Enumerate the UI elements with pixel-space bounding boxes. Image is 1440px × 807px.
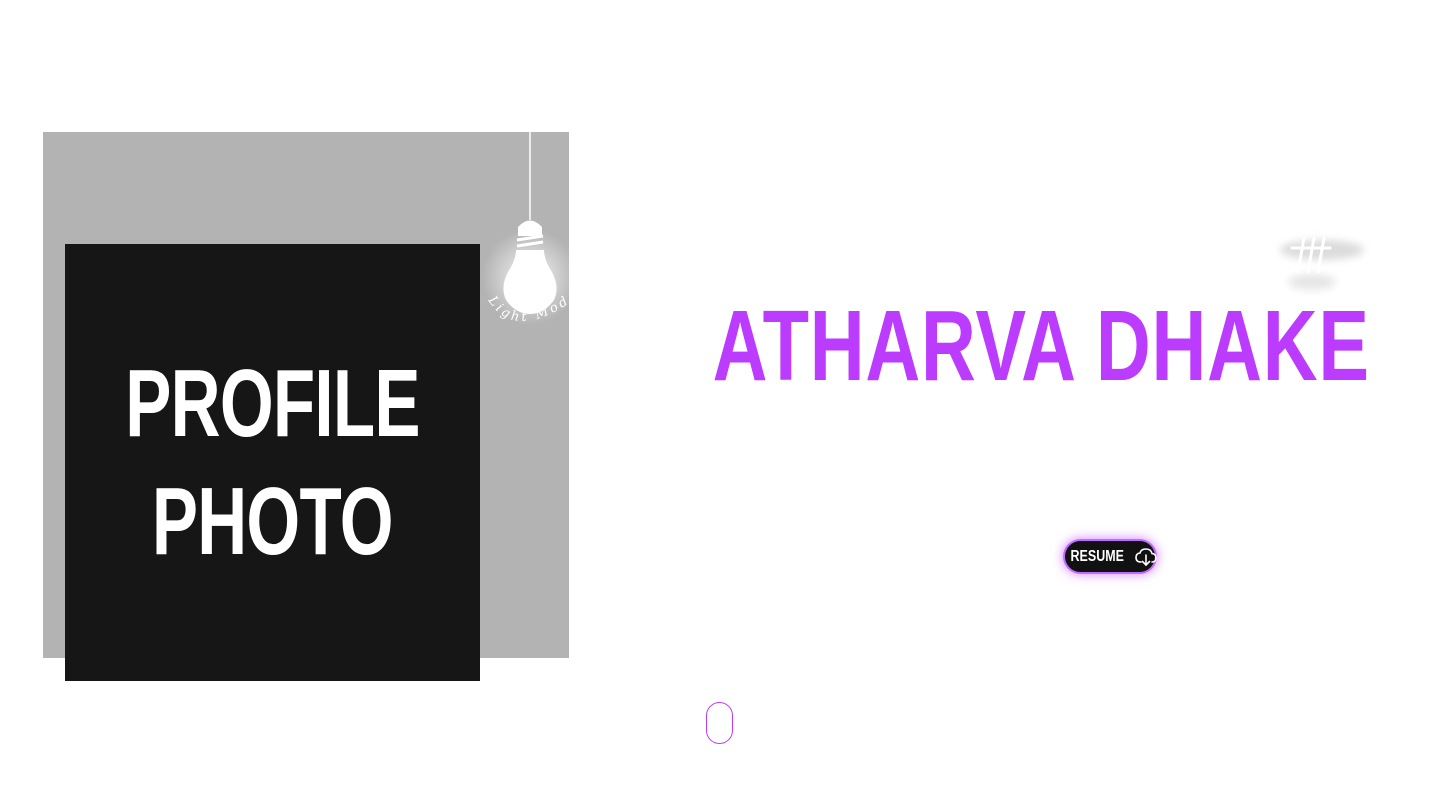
hero-name: ATHARVA DHAKE [712, 290, 1370, 402]
resume-download-button[interactable]: RESUME [1065, 541, 1158, 572]
glow-decoration-icon [1272, 226, 1372, 296]
profile-photo-placeholder: PROFILE PHOTO [65, 244, 480, 681]
resume-label: RESUME [1070, 547, 1124, 565]
profile-photo-line2: PHOTO [152, 467, 394, 575]
light-mode-label[interactable]: Light Mode [479, 279, 574, 350]
cloud-download-icon [1135, 547, 1158, 566]
profile-photo-line1: PROFILE [125, 349, 420, 457]
mouse-scroll-icon[interactable] [706, 702, 733, 744]
portfolio-hero-page: Light Mode PROFILE PHOTO ATHARVA DHAKE [0, 0, 1440, 807]
